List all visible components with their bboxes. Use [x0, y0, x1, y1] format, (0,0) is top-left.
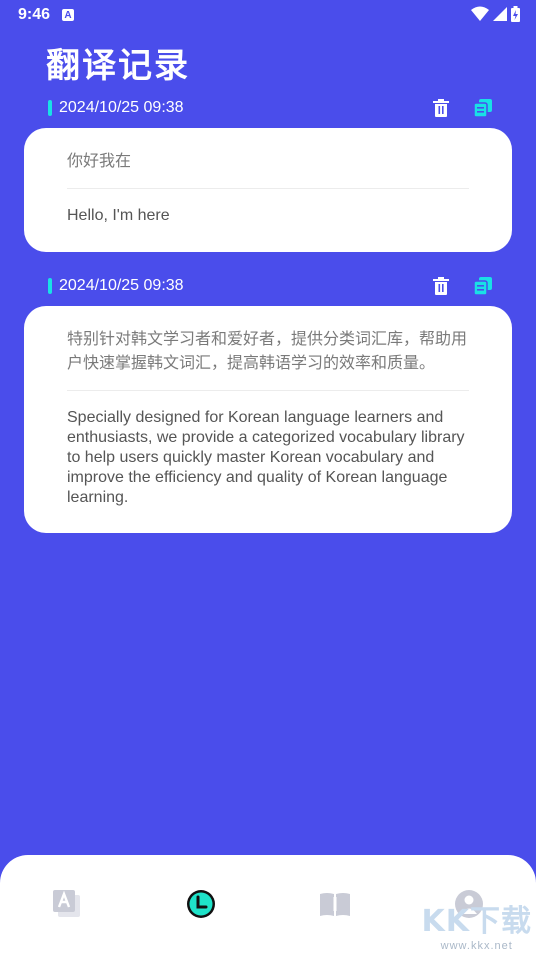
record-timestamp: 2024/10/25 09:38: [59, 99, 184, 116]
record-card[interactable]: 你好我在 Hello, I'm here: [24, 128, 512, 252]
delete-button[interactable]: [432, 98, 450, 118]
trash-icon: [433, 99, 449, 117]
translated-text: Hello, I'm here: [67, 207, 170, 224]
copy-icon: [474, 277, 492, 295]
record-actions: [432, 274, 492, 298]
translated-text: Specially designed for Korean language l…: [67, 409, 465, 506]
bottom-navigation: KK下载 www.kkx.net: [0, 855, 536, 954]
page-title: 翻译记录: [46, 46, 190, 86]
nav-vocabulary[interactable]: [320, 889, 350, 919]
record-timestamp: 2024/10/25 09:38: [59, 277, 184, 294]
record-accent-bar: [48, 278, 52, 294]
watermark: KK下载 www.kkx.net: [422, 896, 533, 952]
watermark-logo: KK下载: [421, 904, 532, 939]
status-time: 9:46: [18, 6, 51, 23]
status-bar: 9:46 A: [0, 0, 536, 30]
delete-button[interactable]: [432, 276, 450, 296]
source-text: 你好我在: [67, 128, 469, 189]
record-header: 2024/10/25 09:38: [48, 274, 508, 298]
notification-icon: A: [62, 9, 75, 21]
wifi-icon: [471, 6, 489, 21]
copy-button[interactable]: [474, 98, 492, 118]
nav-history[interactable]: [186, 889, 216, 919]
record-header: 2024/10/25 09:38: [48, 96, 508, 120]
record-actions: [432, 96, 492, 120]
copy-icon: [474, 99, 492, 117]
watermark-url: www.kkx.net: [440, 940, 513, 952]
status-icons: [471, 6, 520, 22]
trash-icon: [433, 277, 449, 295]
record-card[interactable]: 特别针对韩文学习者和爱好者，提供分类词汇库，帮助用户快速掌握韩文词汇，提高韩语学…: [24, 306, 512, 533]
record-accent-bar: [48, 100, 52, 116]
copy-button[interactable]: [474, 276, 492, 296]
translate-icon: [53, 890, 80, 917]
source-text: 特别针对韩文学习者和爱好者，提供分类词汇库，帮助用户快速掌握韩文词汇，提高韩语学…: [67, 306, 469, 391]
nav-translate[interactable]: [52, 889, 82, 919]
battery-icon: [511, 6, 520, 22]
signal-icon: [493, 7, 507, 21]
history-clock-icon: [187, 890, 215, 918]
book-icon: [320, 893, 350, 916]
